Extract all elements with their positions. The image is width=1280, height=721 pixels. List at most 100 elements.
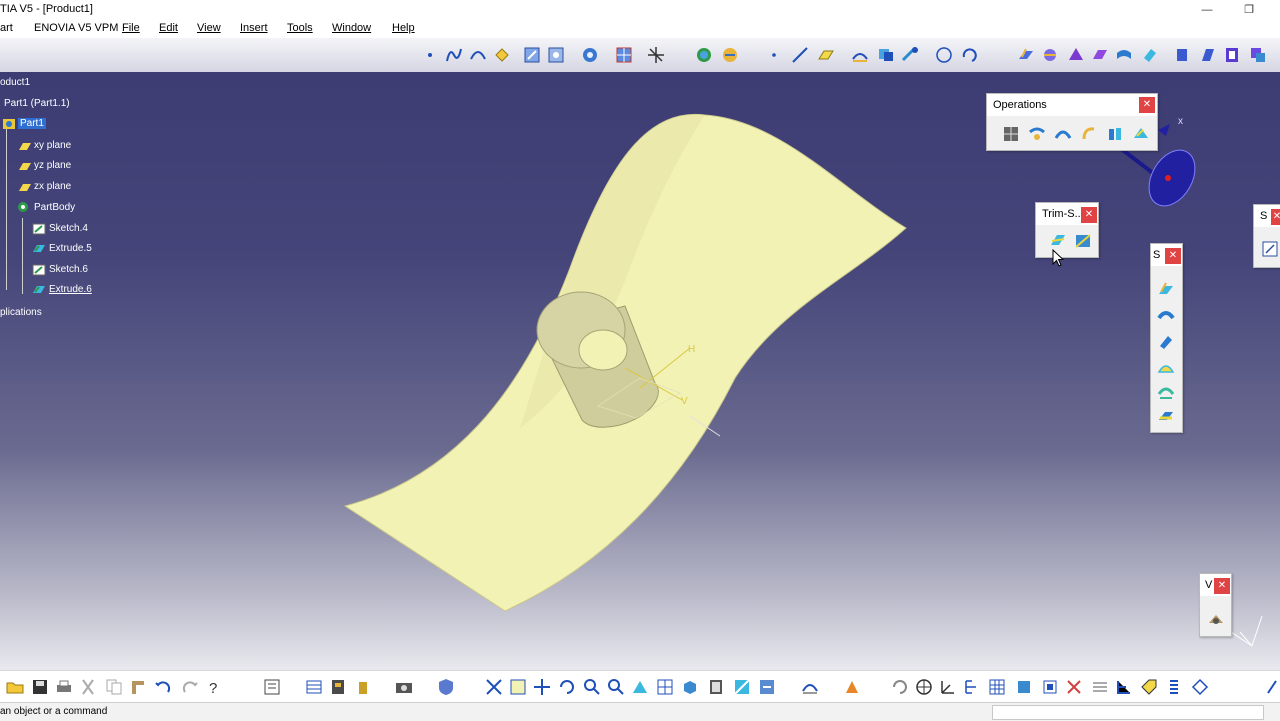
redo-icon[interactable] (180, 677, 200, 697)
sphere-surface-icon[interactable] (1156, 332, 1176, 352)
zoom-in-icon[interactable] (582, 677, 602, 697)
untrim-icon[interactable] (1079, 124, 1099, 144)
trim-toolbar-title: Trim-S... (1042, 208, 1084, 220)
healing-icon[interactable] (1027, 124, 1047, 144)
undo-icon[interactable] (153, 677, 173, 697)
table-icon[interactable] (304, 677, 324, 697)
hierarchy-icon[interactable] (1114, 677, 1134, 697)
trim-split-toolbar[interactable]: Trim-S... ✕ (1035, 202, 1099, 258)
shading-icon[interactable] (706, 677, 726, 697)
extrude-surface-icon[interactable] (1156, 280, 1176, 300)
shield-icon[interactable] (436, 677, 456, 697)
close-icon[interactable]: ✕ (1139, 97, 1155, 113)
split-icon[interactable] (1105, 124, 1125, 144)
diamond-icon[interactable] (1190, 677, 1210, 697)
hide-show-icon[interactable] (732, 677, 752, 697)
menu-tools[interactable]: Tools (287, 22, 313, 34)
close-icon[interactable]: ✕ (1271, 209, 1280, 225)
grid-icon[interactable] (987, 677, 1007, 697)
cylinder-surface-icon[interactable] (1156, 358, 1176, 378)
measure-icon[interactable] (800, 677, 820, 697)
status-bar: an object or a command (0, 702, 1280, 721)
tree-icon[interactable] (962, 677, 982, 697)
multi-view-icon[interactable] (655, 677, 675, 697)
apply-material-icon[interactable] (842, 677, 862, 697)
minimize-button[interactable]: — (1198, 2, 1216, 18)
sweep-surface-icon[interactable] (1156, 382, 1176, 402)
sketch-tool-icon[interactable] (1260, 239, 1280, 259)
extract-icon[interactable] (1131, 124, 1151, 144)
snap-icon[interactable] (1014, 677, 1034, 697)
menu-help[interactable]: Help (392, 22, 415, 34)
bottle-icon[interactable] (353, 677, 373, 697)
bottom-toolbar: ? (0, 670, 1280, 703)
join-icon[interactable] (1001, 124, 1021, 144)
right-edge-toolbar[interactable]: S ✕ (1253, 204, 1280, 268)
trim-surface-icon[interactable] (1073, 231, 1093, 251)
menu-edit[interactable]: Edit (159, 22, 178, 34)
swap-space-icon[interactable] (757, 677, 777, 697)
3d-viewport[interactable]: oduct1 Part1 (Part1.1) Part1 xy plane yz… (0, 38, 1280, 670)
menu-enovia[interactable]: ENOVIA V5 VPM (34, 22, 118, 34)
svg-text:?: ? (209, 680, 217, 697)
expand-icon[interactable] (1264, 677, 1280, 697)
menu-insert[interactable]: Insert (240, 22, 268, 34)
update-icon[interactable] (890, 677, 910, 697)
fly-mode-icon[interactable] (484, 677, 504, 697)
close-icon[interactable]: ✕ (1081, 207, 1097, 223)
curve-smooth-icon[interactable] (1053, 124, 1073, 144)
paste-icon[interactable] (128, 677, 148, 697)
iso-view-icon[interactable] (680, 677, 700, 697)
close-icon[interactable]: ✕ (1214, 578, 1230, 594)
operations-toolbar-title: Operations (993, 99, 1047, 111)
axis-triad (1227, 615, 1263, 647)
menu-window[interactable]: Window (332, 22, 371, 34)
title-bar: TIA V5 - [Product1] — ❐ (0, 0, 1280, 20)
operations-toolbar-header[interactable]: Operations (987, 94, 1157, 116)
globe-icon[interactable] (914, 677, 934, 697)
fit-all-icon[interactable] (508, 677, 528, 697)
surfaces-toolbar[interactable]: S ✕ (1150, 243, 1183, 433)
axis-x-label: x (1178, 116, 1183, 127)
menu-bar: art ENOVIA V5 VPM File Edit View Insert … (0, 20, 1280, 38)
help-icon[interactable]: ? (205, 677, 225, 697)
camera-icon[interactable] (394, 677, 414, 697)
catalog-icon[interactable] (328, 677, 348, 697)
menu-view[interactable]: View (197, 22, 221, 34)
menu-file[interactable]: File (122, 22, 140, 34)
tag-icon[interactable] (1139, 677, 1159, 697)
options-icon[interactable] (1090, 677, 1110, 697)
view-toolbar-title: V (1205, 579, 1213, 591)
rotate-icon[interactable] (557, 677, 577, 697)
pan-icon[interactable] (532, 677, 552, 697)
zoom-out-icon[interactable] (606, 677, 626, 697)
axis-icon[interactable] (938, 677, 958, 697)
normal-view-icon[interactable] (630, 677, 650, 697)
list-icon[interactable] (1164, 677, 1184, 697)
cut-icon[interactable] (78, 677, 98, 697)
menu-start[interactable]: art (0, 22, 13, 34)
window-title: TIA V5 - [Product1] (0, 3, 93, 15)
split-surface-icon[interactable] (1048, 231, 1068, 251)
revolution-surface-icon[interactable] (1156, 306, 1176, 326)
view-toolbar[interactable]: V ✕ (1199, 573, 1232, 637)
fill-surface-icon[interactable] (1156, 406, 1176, 426)
copy-icon[interactable] (104, 677, 124, 697)
open-folder-icon[interactable] (5, 677, 25, 697)
mouse-cursor-icon (1052, 249, 1065, 267)
status-message: an object or a command (0, 706, 108, 717)
layer-icon[interactable] (1040, 677, 1060, 697)
sketch-h-label: H (688, 344, 695, 355)
command-input[interactable] (992, 705, 1264, 720)
workbench-icon[interactable] (262, 677, 282, 697)
render-style-icon[interactable] (1206, 610, 1226, 630)
surfaces-toolbar-title: S (1153, 249, 1161, 261)
warning-icon[interactable] (1064, 677, 1084, 697)
operations-toolbar[interactable]: Operations ✕ (986, 93, 1158, 151)
print-icon[interactable] (54, 677, 74, 697)
right-toolbar-title: S (1260, 210, 1268, 222)
sketch-v-label: V (681, 396, 688, 407)
save-icon[interactable] (30, 677, 50, 697)
restore-button[interactable]: ❐ (1240, 2, 1258, 18)
close-icon[interactable]: ✕ (1165, 248, 1181, 264)
